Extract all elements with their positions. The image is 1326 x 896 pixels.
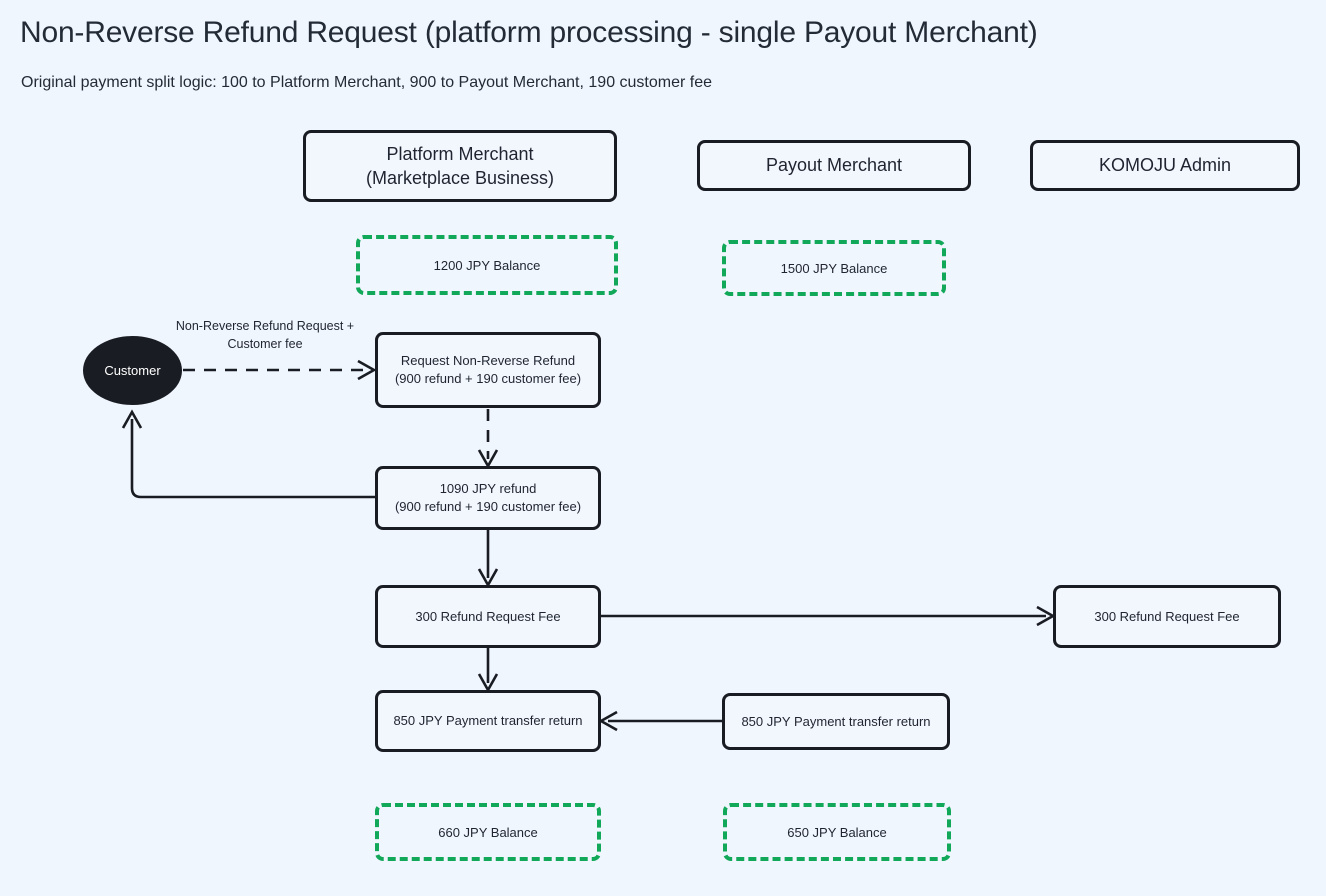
node-refund-amount[interactable]: 1090 JPY refund (900 refund + 190 custom…: [375, 466, 601, 530]
node-admin-refund-request-fee-label: 300 Refund Request Fee: [1094, 608, 1240, 624]
arrowhead-request-to-refund: [477, 449, 499, 469]
balance-platform-before-label: 1200 JPY Balance: [433, 257, 541, 273]
node-payout-transfer-return[interactable]: 850 JPY Payment transfer return: [722, 693, 950, 750]
arrowhead-payout-return-to-platform-return: [598, 710, 618, 732]
page-title: Non-Reverse Refund Request (platform pro…: [20, 16, 1038, 49]
node-platform-refund-request-fee[interactable]: 300 Refund Request Fee: [375, 585, 601, 648]
node-platform-refund-request-fee-label: 300 Refund Request Fee: [415, 608, 561, 624]
balance-payout-after: 650 JPY Balance: [723, 803, 951, 861]
actor-payout-merchant-line1: Payout Merchant: [765, 155, 903, 176]
arrowhead-platform-fee-to-admin-fee: [1036, 605, 1056, 627]
edge-label-customer-to-request: Non-Reverse Refund Request + Customer fe…: [175, 318, 355, 353]
balance-payout-before-label: 1500 JPY Balance: [780, 260, 888, 276]
arrowhead-refund-to-platform-fee: [477, 568, 499, 588]
node-platform-transfer-return[interactable]: 850 JPY Payment transfer return: [375, 690, 601, 752]
node-admin-refund-request-fee[interactable]: 300 Refund Request Fee: [1053, 585, 1281, 648]
balance-platform-after: 660 JPY Balance: [375, 803, 601, 861]
balance-payout-after-label: 650 JPY Balance: [787, 824, 887, 840]
node-platform-transfer-return-label: 850 JPY Payment transfer return: [393, 713, 583, 729]
actor-komoju-admin[interactable]: KOMOJU Admin: [1030, 140, 1300, 191]
edge-refund-to-customer: [130, 419, 375, 499]
balance-payout-before: 1500 JPY Balance: [722, 240, 946, 296]
balance-platform-before: 1200 JPY Balance: [356, 235, 618, 295]
actor-platform-merchant[interactable]: Platform Merchant (Marketplace Business): [303, 130, 617, 202]
balance-platform-after-label: 660 JPY Balance: [438, 824, 538, 840]
node-payout-transfer-return-label: 850 JPY Payment transfer return: [741, 713, 931, 729]
actor-platform-merchant-line2: (Marketplace Business): [365, 168, 555, 188]
actor-payout-merchant[interactable]: Payout Merchant: [697, 140, 971, 191]
page-subtitle: Original payment split logic: 100 to Pla…: [21, 74, 713, 91]
node-refund-amount-line1: 1090 JPY refund: [439, 481, 537, 497]
edge-label-line2: Customer fee: [227, 336, 303, 351]
actor-komoju-admin-line1: KOMOJU Admin: [1098, 155, 1232, 176]
node-request-line2: (900 refund + 190 customer fee): [394, 371, 582, 386]
customer-node[interactable]: Customer: [83, 336, 182, 405]
edge-label-line1: Non-Reverse Refund Request +: [175, 319, 355, 333]
node-request-line1: Request Non-Reverse Refund: [400, 353, 576, 369]
node-request-non-reverse-refund[interactable]: Request Non-Reverse Refund (900 refund +…: [375, 332, 601, 408]
edge-layer: [121, 359, 1056, 732]
diagram-canvas: Non-Reverse Refund Request (platform pro…: [0, 0, 1326, 896]
customer-label: Customer: [104, 363, 161, 378]
node-refund-amount-line2: (900 refund + 190 customer fee): [394, 499, 582, 514]
actor-platform-merchant-line1: Platform Merchant: [386, 143, 534, 164]
arrowhead-refund-to-customer: [121, 409, 143, 429]
arrowhead-platform-fee-to-transfer-return: [477, 673, 499, 693]
arrowhead-customer-to-request: [357, 359, 377, 381]
